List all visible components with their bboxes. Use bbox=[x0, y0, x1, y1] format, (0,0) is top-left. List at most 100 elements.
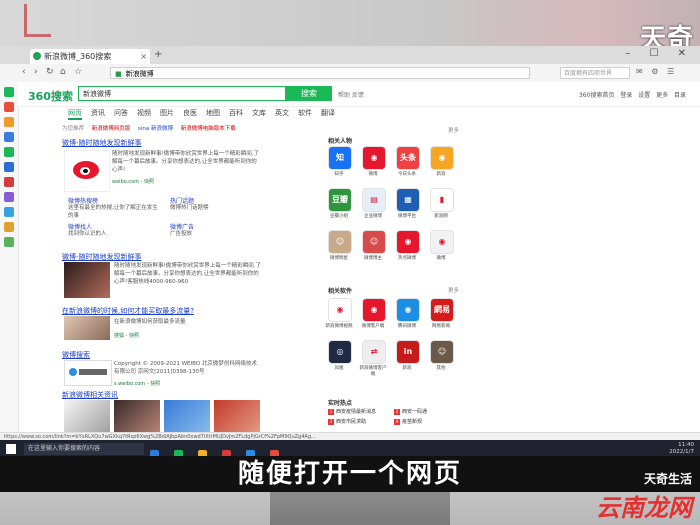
software-app-label-6[interactable]: 新浪 bbox=[392, 365, 422, 371]
software-app-label-2[interactable]: 腾讯微博 bbox=[392, 323, 422, 329]
related-app-icon-1[interactable]: ◉ bbox=[362, 146, 386, 170]
tab-news[interactable]: 资讯 bbox=[91, 108, 105, 118]
address-bar[interactable]: ■ 新浪微博 bbox=[110, 67, 530, 79]
tab-translate[interactable]: 翻译 bbox=[321, 108, 335, 118]
related-app-label-2[interactable]: 今日头条 bbox=[392, 171, 422, 177]
windows-start-icon[interactable] bbox=[6, 444, 16, 454]
software-app-icon-0[interactable]: ◉ bbox=[328, 298, 352, 322]
sidebar-video-icon[interactable] bbox=[4, 177, 14, 187]
software-app-icon-3[interactable]: 網易 bbox=[430, 298, 454, 322]
related-app-icon-9[interactable]: ☺ bbox=[362, 230, 386, 254]
home-icon[interactable]: ⌂ bbox=[60, 67, 66, 77]
software-app-icon-1[interactable]: ◉ bbox=[362, 298, 386, 322]
tab-software[interactable]: 软件 bbox=[298, 108, 312, 118]
related-app-label-8[interactable]: 微博明星 bbox=[324, 255, 354, 261]
back-icon[interactable]: ‹ bbox=[22, 67, 26, 77]
related-app-icon-7[interactable]: ▮ bbox=[430, 188, 454, 212]
new-tab-icon[interactable]: + bbox=[154, 49, 162, 60]
tab-wenku[interactable]: 文库 bbox=[252, 108, 266, 118]
right-section-2-more[interactable]: 更多 bbox=[448, 286, 459, 294]
related-app-label-9[interactable]: 微博博主 bbox=[358, 255, 388, 261]
related-app-label-11[interactable]: 微博 bbox=[426, 255, 456, 261]
tab-doctor[interactable]: 良医 bbox=[183, 108, 197, 118]
browser-search-box[interactable]: 百度拥有四项世界 bbox=[560, 67, 630, 79]
browser-tool-icons[interactable]: ✉ ⚙ ☰ bbox=[636, 67, 677, 76]
software-app-label-1[interactable]: 微博客户端 bbox=[358, 323, 388, 329]
related-app-icon-5[interactable]: ▤ bbox=[362, 188, 386, 212]
tab-qa[interactable]: 问答 bbox=[114, 108, 128, 118]
related-app-icon-3[interactable]: ◉ bbox=[430, 146, 454, 170]
sidebar-mail-icon[interactable] bbox=[4, 102, 14, 112]
result-5-title[interactable]: 新浪微博相关资讯 bbox=[62, 390, 118, 400]
related-app-icon-8[interactable]: ☺ bbox=[328, 230, 352, 254]
software-app-icon-6[interactable]: in bbox=[396, 340, 420, 364]
hot-item-4[interactable]: 4 疫苗新规 bbox=[394, 418, 422, 425]
related-app-icon-6[interactable]: ▦ bbox=[396, 188, 420, 212]
tab-map[interactable]: 地图 bbox=[206, 108, 220, 118]
close-tab-icon[interactable]: × bbox=[140, 49, 147, 64]
related-app-label-6[interactable]: 微博平台 bbox=[392, 213, 422, 219]
right-section-1-more[interactable]: 更多 bbox=[448, 126, 459, 134]
related-app-icon-0[interactable]: 知 bbox=[328, 146, 352, 170]
search-help-links[interactable]: 帮助 反馈 bbox=[338, 90, 364, 99]
browser-tab[interactable]: 新浪微博_360搜索 × bbox=[30, 49, 150, 64]
related-link-3[interactable]: 新浪微博电脑版本下载 bbox=[181, 126, 236, 132]
sidebar-360-icon[interactable] bbox=[4, 87, 14, 97]
tab-english[interactable]: 英文 bbox=[275, 108, 289, 118]
software-app-label-7[interactable]: 其他 bbox=[426, 365, 456, 371]
result-1-url[interactable]: weibo.com - 快照 bbox=[112, 178, 154, 185]
result-1-title[interactable]: 微博-随时随地发现新鲜事 bbox=[62, 138, 142, 148]
sidebar-note-icon[interactable] bbox=[4, 222, 14, 232]
sidebar-tool-icon[interactable] bbox=[4, 237, 14, 247]
software-app-icon-4[interactable]: ◎ bbox=[328, 340, 352, 364]
header-right-links[interactable]: 360搜索首页 登录 设置 更多 目录 bbox=[579, 90, 686, 99]
related-app-label-7[interactable]: 新浪网 bbox=[426, 213, 456, 219]
software-app-icon-2[interactable]: ◉ bbox=[396, 298, 420, 322]
related-app-label-3[interactable]: 新浪 bbox=[426, 171, 456, 177]
software-app-icon-7[interactable]: ☺ bbox=[430, 340, 454, 364]
related-app-label-5[interactable]: 企业微博 bbox=[358, 213, 388, 219]
sidebar-game-icon[interactable] bbox=[4, 117, 14, 127]
software-app-label-5[interactable]: 新浪微博客户端 bbox=[358, 365, 388, 377]
result-3-photo[interactable] bbox=[64, 316, 110, 340]
tab-video[interactable]: 视频 bbox=[137, 108, 151, 118]
software-app-label-0[interactable]: 新浪微博视频 bbox=[324, 323, 354, 329]
related-link-2[interactable]: sina 新浪微博 bbox=[138, 126, 173, 132]
sidebar-cloud-icon[interactable] bbox=[4, 207, 14, 217]
taskbar-clock[interactable]: 11:40 2022/1/7 bbox=[669, 442, 694, 456]
related-app-icon-11[interactable]: ◉ bbox=[430, 230, 454, 254]
search-input[interactable]: 新浪微博 bbox=[78, 86, 286, 101]
sidebar-music-icon[interactable] bbox=[4, 132, 14, 142]
star-icon[interactable]: ☆ bbox=[74, 67, 82, 77]
tab-image[interactable]: 图片 bbox=[160, 108, 174, 118]
sidebar-shop-icon[interactable] bbox=[4, 162, 14, 172]
taskbar-search[interactable]: 在这里输入你要搜索的内容 bbox=[24, 443, 144, 455]
weibo-search-logo-icon[interactable] bbox=[64, 360, 112, 386]
related-app-icon-4[interactable]: 豆瓣 bbox=[328, 188, 352, 212]
result-3-title[interactable]: 在新浪微博的时候,如何才能买取最多流量? bbox=[62, 306, 194, 316]
weibo-logo-icon[interactable] bbox=[64, 150, 110, 192]
window-controls[interactable]: – ☐ ✕ bbox=[625, 48, 694, 59]
result-2-title[interactable]: 微博-随时随地发现新鲜事 bbox=[62, 252, 142, 262]
refresh-icon[interactable]: ↻ bbox=[46, 67, 54, 77]
result-4-title[interactable]: 微博搜索 bbox=[62, 350, 90, 360]
software-app-label-4[interactable]: 凤凰 bbox=[324, 365, 354, 371]
hot-item-1[interactable]: 1 西安疫情最新消息 bbox=[328, 408, 376, 415]
related-app-icon-10[interactable]: ◉ bbox=[396, 230, 420, 254]
hot-item-3[interactable]: 3 西安市民求助 bbox=[328, 418, 366, 425]
result-4-url[interactable]: s.weibo.com - 快照 bbox=[114, 380, 160, 387]
related-app-label-4[interactable]: 豆瓣小组 bbox=[324, 213, 354, 219]
search-brand-logo[interactable]: 360搜索 bbox=[28, 88, 73, 104]
software-app-icon-5[interactable]: ⇄ bbox=[362, 340, 386, 364]
related-app-label-0[interactable]: 知乎 bbox=[324, 171, 354, 177]
sidebar-chat-icon[interactable] bbox=[4, 147, 14, 157]
related-app-label-1[interactable]: 微博 bbox=[358, 171, 388, 177]
sidebar-app-icon[interactable] bbox=[4, 192, 14, 202]
hot-item-2[interactable]: 2 西安一码通 bbox=[394, 408, 427, 415]
result-2-photo[interactable] bbox=[64, 262, 110, 298]
search-button[interactable]: 搜索 bbox=[286, 86, 332, 101]
software-app-label-3[interactable]: 网易新闻 bbox=[426, 323, 456, 329]
tab-baike[interactable]: 百科 bbox=[229, 108, 243, 118]
related-app-icon-2[interactable]: 头条 bbox=[396, 146, 420, 170]
result-3-url[interactable]: 搜狐 - 快照 bbox=[114, 332, 139, 339]
